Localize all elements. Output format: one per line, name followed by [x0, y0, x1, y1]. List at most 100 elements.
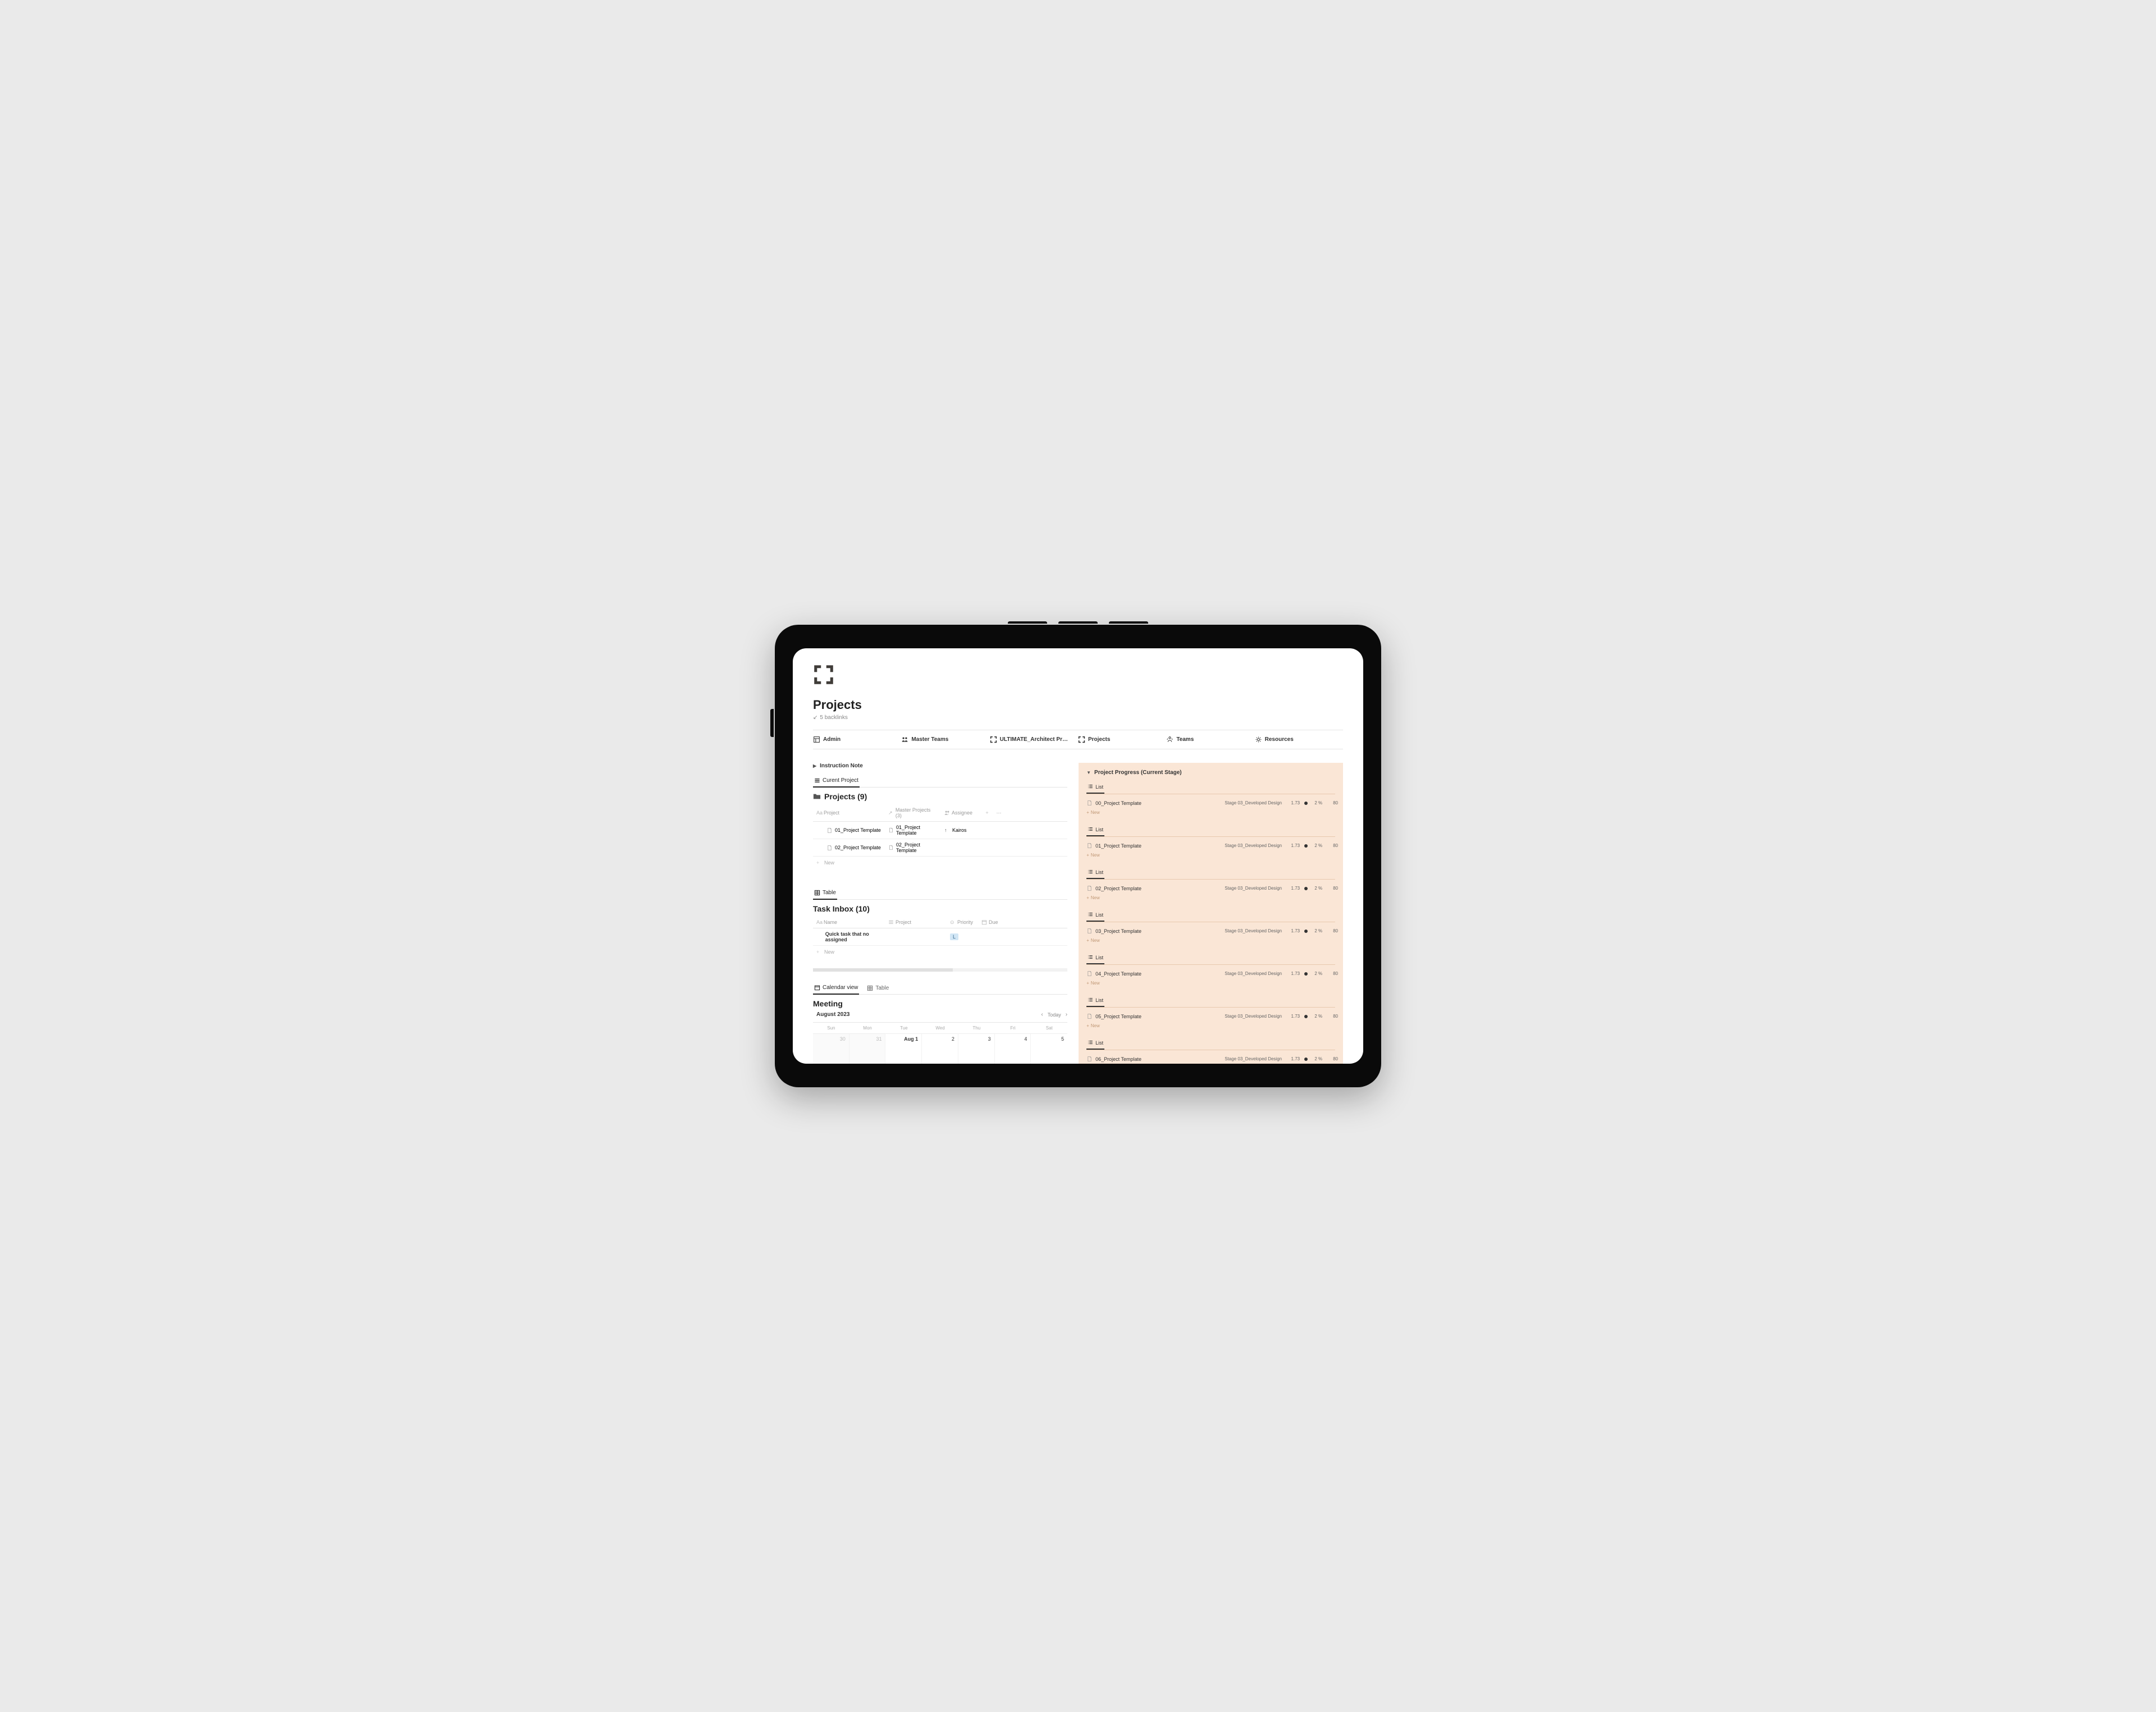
tab-list[interactable]: List [1086, 1037, 1104, 1050]
progress-dot [1304, 887, 1308, 890]
tab-table[interactable]: Table [813, 887, 837, 900]
nav-item-1[interactable]: Master Teams [901, 736, 989, 743]
progress-new-row[interactable]: +New [1086, 1022, 1335, 1028]
tab-list[interactable]: List [1086, 952, 1104, 964]
instruction-label: Instruction Note [820, 763, 863, 769]
list-icon [814, 777, 820, 784]
progress-item-tabs: List [1086, 867, 1335, 880]
progress-item: List 04_Project Template Stage 03_Develo… [1086, 952, 1335, 986]
calendar-day[interactable]: 4 [995, 1034, 1031, 1064]
calendar-day[interactable]: 30 [813, 1034, 849, 1064]
tab-table[interactable]: Table [866, 982, 890, 994]
cell-master: 02_Project Template [885, 842, 941, 853]
progress-title: Project Progress (Current Stage) [1094, 770, 1182, 776]
progress-value: 1.73 [1286, 886, 1300, 891]
progress-new-row[interactable]: +New [1086, 894, 1335, 900]
progress-row[interactable]: 04_Project Template Stage 03_Developed D… [1086, 968, 1335, 979]
th-project[interactable]: Project [885, 919, 947, 925]
progress-new-row[interactable]: +New [1086, 979, 1335, 986]
tab-list[interactable]: List [1086, 824, 1104, 836]
th-due[interactable]: Due [978, 919, 1010, 925]
relation-icon: ↗ [888, 810, 894, 816]
tab-current-project[interactable]: Curent Project [813, 775, 860, 788]
right-column: ▼ Project Progress (Current Stage) List … [1079, 763, 1343, 1064]
tab-list[interactable]: List [1086, 781, 1104, 794]
dow-label: Wed [922, 1023, 958, 1033]
add-column-button[interactable]: + [983, 807, 991, 818]
prev-month-button[interactable]: ‹ [1041, 1011, 1043, 1018]
nav-label: ULTIMATE_Architect Pr… [1000, 736, 1068, 743]
new-task-row[interactable]: +New [813, 946, 1067, 958]
next-month-button[interactable]: › [1066, 1011, 1067, 1018]
tab-list[interactable]: List [1086, 909, 1104, 922]
th-priority[interactable]: ⊙Priority [947, 919, 978, 925]
nav-item-5[interactable]: Resources [1255, 736, 1343, 743]
column-options-button[interactable]: ⋯ [991, 807, 1007, 818]
backlinks-link[interactable]: ↙ 5 backlinks [813, 715, 1343, 721]
progress-percent: 2 % [1309, 800, 1322, 805]
th-name[interactable]: AaName [813, 919, 885, 925]
progress-toggle[interactable]: ▼ Project Progress (Current Stage) [1086, 770, 1335, 776]
new-project-row[interactable]: +New [813, 857, 1067, 869]
nav-item-3[interactable]: Projects [1078, 736, 1166, 743]
th-project[interactable]: AaProject [813, 807, 885, 818]
progress-item-tabs: List [1086, 952, 1335, 965]
nav-item-0[interactable]: Admin [813, 736, 901, 743]
page-title: Projects [813, 698, 1343, 712]
progress-stage: Stage 03_Developed Design [1203, 800, 1282, 805]
list-icon [1088, 826, 1093, 833]
today-button[interactable]: Today [1048, 1012, 1061, 1018]
calendar-month: August 2023 [813, 1011, 849, 1018]
calendar-day[interactable]: 5 [1031, 1034, 1067, 1064]
progress-row[interactable]: 03_Project Template Stage 03_Developed D… [1086, 926, 1335, 936]
progress-new-row[interactable]: +New [1086, 851, 1335, 858]
page-icon [1086, 843, 1093, 849]
calendar-day[interactable]: 2 [922, 1034, 958, 1064]
progress-new-row[interactable]: +New [1086, 808, 1335, 815]
calendar-header: August 2023 ‹ Today › [813, 1011, 1067, 1018]
task-row[interactable]: Quick task that no assigned L [813, 928, 1067, 946]
progress-dot [1304, 844, 1308, 848]
progress-item-tabs: List [1086, 824, 1335, 837]
progress-stage: Stage 03_Developed Design [1203, 843, 1282, 848]
nav-item-2[interactable]: ULTIMATE_Architect Pr… [990, 736, 1078, 743]
progress-value: 1.73 [1286, 1056, 1300, 1061]
tab-list[interactable]: List [1086, 995, 1104, 1007]
calendar-day[interactable]: 3 [958, 1034, 995, 1064]
screen: Projects ↙ 5 backlinks AdminMaster Teams… [793, 648, 1363, 1064]
progress-last-value: 80 [1327, 1014, 1338, 1019]
tab-list[interactable]: List [1086, 867, 1104, 879]
progress-name: 02_Project Template [1086, 885, 1199, 891]
progress-row[interactable]: 02_Project Template Stage 03_Developed D… [1086, 883, 1335, 894]
progress-item: List 02_Project Template Stage 03_Develo… [1086, 867, 1335, 900]
calendar-day[interactable]: Aug 1 [885, 1034, 922, 1064]
calendar-day[interactable]: 31 [849, 1034, 886, 1064]
progress-row[interactable]: 00_Project Template Stage 03_Developed D… [1086, 798, 1335, 808]
progress-item: List 01_Project Template Stage 03_Develo… [1086, 824, 1335, 858]
cell-project: 01_Project Template [813, 825, 885, 836]
horizontal-scrollbar[interactable] [813, 968, 1067, 972]
folder-solid-icon [813, 793, 821, 800]
list-icon [1088, 1040, 1093, 1046]
project-row[interactable]: 01_Project Template 01_Project Template … [813, 822, 1067, 839]
project-row[interactable]: 02_Project Template 02_Project Template [813, 839, 1067, 857]
scrollbar-thumb[interactable] [813, 968, 953, 972]
progress-name: 05_Project Template [1086, 1013, 1199, 1019]
projects-title-text: Projects (9) [824, 792, 867, 801]
priority-badge: L [950, 933, 958, 940]
progress-row[interactable]: 05_Project Template Stage 03_Developed D… [1086, 1011, 1335, 1022]
dow-label: Thu [958, 1023, 995, 1033]
th-master[interactable]: ↗Master Projects (3) [885, 807, 941, 818]
progress-row[interactable]: 06_Project Template Stage 03_Developed D… [1086, 1054, 1335, 1064]
nav-icon [990, 736, 997, 743]
progress-value: 1.73 [1286, 800, 1300, 805]
progress-row[interactable]: 01_Project Template Stage 03_Developed D… [1086, 840, 1335, 851]
nav-item-4[interactable]: Teams [1166, 736, 1254, 743]
tasks-title: Task Inbox (10) [813, 904, 1067, 913]
th-assignee[interactable]: Assignee [941, 807, 983, 818]
tab-calendar-view[interactable]: Calendar view [813, 982, 859, 995]
instruction-toggle[interactable]: ▶ Instruction Note [813, 763, 1067, 769]
progress-new-row[interactable]: +New [1086, 936, 1335, 943]
dow-label: Sun [813, 1023, 849, 1033]
cell-master: 01_Project Template [885, 825, 941, 836]
